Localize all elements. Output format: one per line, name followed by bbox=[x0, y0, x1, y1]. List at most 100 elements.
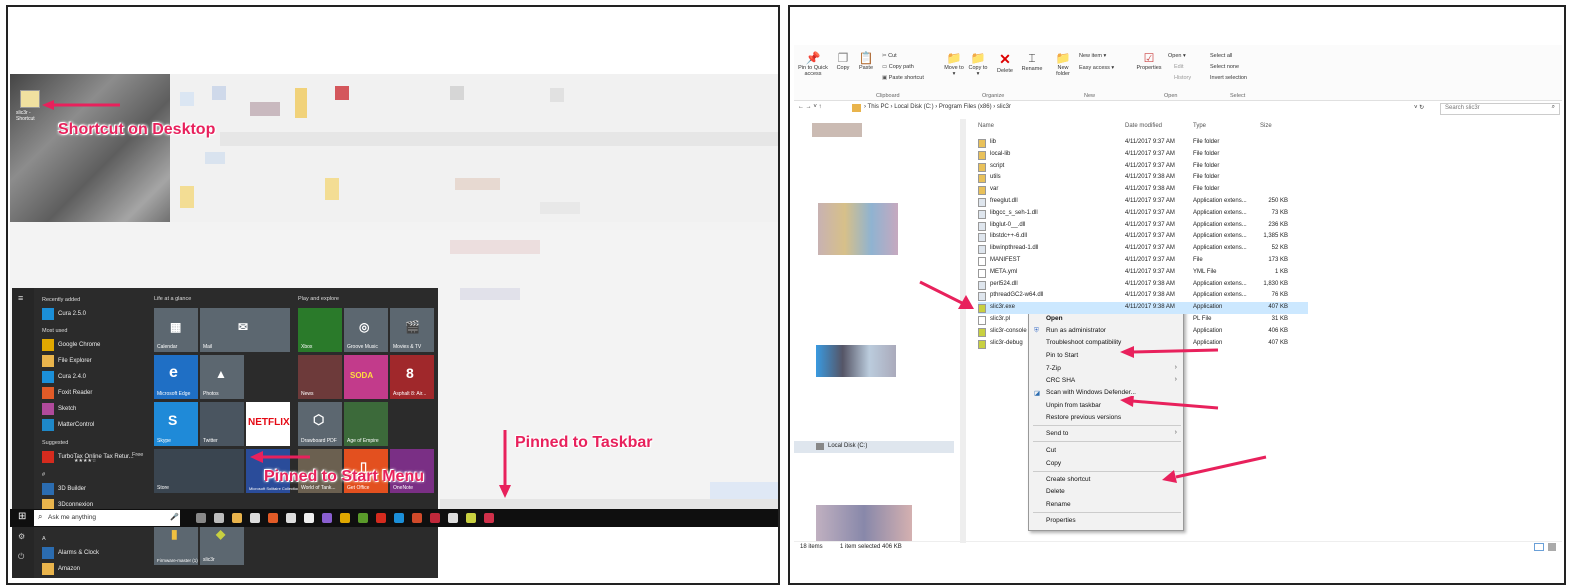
start-app-item[interactable]: Amazon bbox=[42, 561, 80, 577]
chrome-icon[interactable] bbox=[268, 513, 278, 523]
menu-crc-sha[interactable]: CRC SHA bbox=[1046, 377, 1075, 384]
microphone-icon[interactable]: 🎤 bbox=[170, 513, 179, 521]
menu-scan-defender[interactable]: ◪ Scan with Windows Defender... bbox=[1034, 389, 1136, 397]
tile-empires[interactable]: Age of Empire bbox=[344, 402, 388, 446]
power-icon[interactable]: ⏻ bbox=[18, 552, 24, 562]
file-row[interactable]: libgcc_s_seh-1.dll 4/11/2017 9:37 AM Appli… bbox=[978, 208, 1308, 220]
select-all-button[interactable]: Select all bbox=[1210, 53, 1232, 59]
menu-create-shortcut[interactable]: Create shortcut bbox=[1046, 476, 1090, 483]
tile-netflix[interactable]: NETFLIX bbox=[246, 402, 290, 446]
tile-twitter[interactable]: Twitter bbox=[200, 402, 244, 446]
tile-mail[interactable]: ✉ Mail bbox=[200, 308, 290, 352]
tile-movies[interactable]: 🎬 Movies & TV bbox=[390, 308, 434, 352]
file-row[interactable]: pthreadGC2-w64.dll 4/11/2017 9:38 AM Appli… bbox=[978, 290, 1308, 302]
start-app-item[interactable]: Cura 2.4.0 bbox=[42, 369, 86, 385]
start-app-item[interactable]: TurboTax Online Tax Retur... bbox=[42, 449, 134, 465]
start-app-item[interactable]: 3D Builder bbox=[42, 481, 86, 497]
delete-button[interactable]: ✕ Delete bbox=[993, 51, 1017, 74]
move-to-button[interactable]: 📁 Move to ▾ bbox=[944, 51, 964, 77]
tile-skype[interactable]: S Skype bbox=[154, 402, 198, 446]
store-icon[interactable] bbox=[250, 513, 260, 523]
refresh-icon[interactable]: ˅ ↻ bbox=[1414, 104, 1424, 111]
file-row[interactable]: local-lib 4/11/2017 9:37 AM File folder bbox=[978, 149, 1308, 161]
new-folder-button[interactable]: 📁 New folder bbox=[1052, 51, 1074, 77]
nav-arrows-icon[interactable]: ← → ˅ ↑ bbox=[798, 104, 822, 110]
column-size[interactable]: Size bbox=[1260, 123, 1272, 129]
edit-button[interactable]: Edit bbox=[1174, 64, 1183, 70]
slic3r-shortcut-icon[interactable] bbox=[20, 90, 40, 108]
open-button[interactable]: Open ▾ bbox=[1168, 53, 1186, 59]
tile-soda[interactable]: SODA bbox=[344, 355, 388, 399]
tile-drawboard[interactable]: ⬡ Drawboard PDF bbox=[298, 402, 342, 446]
tile-edge[interactable]: e Microsoft Edge bbox=[154, 355, 198, 399]
file-row[interactable]: slic3r.exe 4/11/2017 9:38 AM Application 40… bbox=[978, 302, 1308, 315]
rename-button[interactable]: ⌶ Rename bbox=[1019, 51, 1045, 72]
menu-properties[interactable]: Properties bbox=[1046, 517, 1076, 524]
invert-selection-button[interactable]: Invert selection bbox=[1210, 75, 1247, 81]
easy-access-button[interactable]: Easy access ▾ bbox=[1079, 65, 1114, 71]
search-box[interactable]: Search slic3r ⌕ bbox=[1440, 103, 1560, 115]
copy-path-button[interactable]: ▭ Copy path bbox=[882, 64, 914, 70]
new-item-button[interactable]: New item ▾ bbox=[1079, 53, 1106, 59]
menu-cut[interactable]: Cut bbox=[1046, 447, 1056, 454]
menu-send-to[interactable]: Send to bbox=[1046, 430, 1068, 437]
pin-quick-access-button[interactable]: 📌 Pin to Quick access bbox=[796, 51, 830, 77]
file-row[interactable]: slic3r.pl PL File 31 KB bbox=[978, 314, 1308, 326]
firefox-icon[interactable] bbox=[448, 513, 458, 523]
tile-asphalt[interactable]: 8 Asphalt 8: Air... bbox=[390, 355, 434, 399]
file-row[interactable]: script 4/11/2017 9:37 AM File folder bbox=[978, 161, 1308, 173]
photos-icon[interactable] bbox=[304, 513, 314, 523]
menu-restore-versions[interactable]: Restore previous versions bbox=[1046, 414, 1121, 421]
app-icon[interactable] bbox=[484, 513, 494, 523]
file-row[interactable]: META.yml 4/11/2017 9:37 AM YML File 1 KB bbox=[978, 267, 1308, 279]
tile-photos[interactable]: ▲ Photos bbox=[200, 355, 244, 399]
file-row[interactable]: slic3r-debug Application 407 KB bbox=[978, 338, 1308, 350]
start-app-item[interactable]: Alarms & Clock bbox=[42, 545, 99, 561]
menu-pin-to-start[interactable]: Pin to Start bbox=[1046, 352, 1078, 359]
sketch-icon[interactable] bbox=[286, 513, 296, 523]
menu-delete[interactable]: Delete bbox=[1046, 488, 1065, 495]
start-app-item[interactable]: MatterControl bbox=[42, 417, 94, 433]
column-type[interactable]: Type bbox=[1193, 123, 1206, 129]
file-row[interactable]: lib 4/11/2017 9:37 AM File folder bbox=[978, 137, 1308, 149]
file-row[interactable]: freeglut.dll 4/11/2017 9:37 AM Application… bbox=[978, 196, 1308, 208]
app-icon[interactable] bbox=[430, 513, 440, 523]
file-row[interactable]: libwinpthread-1.dll 4/11/2017 9:37 AM Appl… bbox=[978, 243, 1308, 255]
details-view-icon[interactable] bbox=[1534, 543, 1544, 551]
file-row[interactable]: var 4/11/2017 9:38 AM File folder bbox=[978, 184, 1308, 196]
copy-to-button[interactable]: 📁 Copy to ▾ bbox=[968, 51, 988, 77]
app-icon[interactable] bbox=[412, 513, 422, 523]
breadcrumb[interactable]: › This PC › Local Disk (C:) › Program Fi… bbox=[864, 104, 1011, 110]
file-row[interactable]: libglut-0__.dll 4/11/2017 9:37 AM Applicat… bbox=[978, 220, 1308, 232]
file-row[interactable]: slic3r-console Application 406 KB bbox=[978, 326, 1308, 338]
properties-button[interactable]: ☑ Properties bbox=[1134, 51, 1164, 71]
hamburger-icon[interactable]: ≡ bbox=[18, 293, 23, 303]
start-app-item[interactable]: Sketch bbox=[42, 401, 76, 417]
cut-button[interactable]: ✂ Cut bbox=[882, 53, 897, 59]
tile-firmware[interactable]: ▮ Firmware-master (1) bbox=[154, 521, 198, 565]
start-app-item[interactable]: Google Chrome bbox=[42, 337, 100, 353]
file-row[interactable]: libstdc++-6.dll 4/11/2017 9:37 AM Applicat… bbox=[978, 231, 1308, 243]
settings-icon[interactable]: ⚙ bbox=[18, 532, 25, 541]
tile-store[interactable]: Store bbox=[154, 449, 244, 493]
start-app-item[interactable]: File Explorer bbox=[42, 353, 92, 369]
file-row[interactable]: MANIFEST 4/11/2017 9:37 AM File 173 KB bbox=[978, 255, 1308, 267]
tile-groove[interactable]: ◎ Groove Music bbox=[344, 308, 388, 352]
tile-news[interactable]: News bbox=[298, 355, 342, 399]
tile-slic3r[interactable]: ◆ slic3r bbox=[200, 521, 244, 565]
history-button[interactable]: History bbox=[1174, 75, 1191, 81]
tile-xbox[interactable]: Xbox bbox=[298, 308, 342, 352]
file-row[interactable]: perl524.dll 4/11/2017 9:38 AM Application … bbox=[978, 279, 1308, 291]
column-date[interactable]: Date modified bbox=[1125, 123, 1162, 129]
column-name[interactable]: Name bbox=[978, 123, 994, 129]
slack-icon[interactable] bbox=[322, 513, 332, 523]
tiles-view-icon[interactable] bbox=[1548, 543, 1556, 551]
task-view-icon[interactable] bbox=[196, 513, 206, 523]
menu-unpin-taskbar[interactable]: Unpin from taskbar bbox=[1046, 402, 1101, 409]
paste-button[interactable]: 📋 Paste bbox=[856, 51, 876, 71]
nav-scrollbar[interactable] bbox=[960, 119, 966, 543]
filezilla-icon[interactable] bbox=[358, 513, 368, 523]
slic3r-taskbar-icon[interactable] bbox=[466, 513, 476, 523]
start-app-item[interactable]: Foxit Reader bbox=[42, 385, 92, 401]
windows-start-icon[interactable]: ⊞ bbox=[18, 511, 26, 522]
